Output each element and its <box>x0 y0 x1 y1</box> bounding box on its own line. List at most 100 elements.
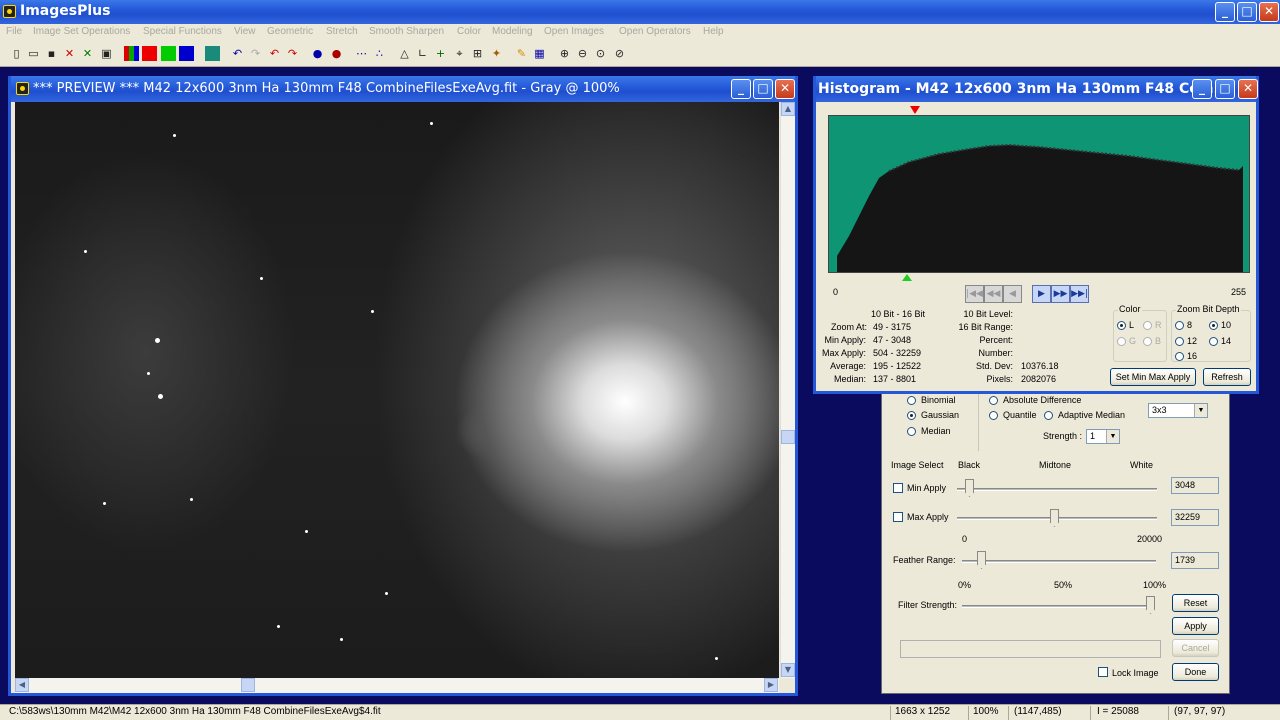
menu-color[interactable]: Color <box>457 26 481 37</box>
rgb-icon[interactable] <box>124 46 139 61</box>
feather-range-track[interactable] <box>962 560 1156 563</box>
zoom-in-icon[interactable]: ⊕ <box>557 46 572 61</box>
red-channel-icon[interactable] <box>142 46 157 61</box>
save-icon[interactable]: ▪ <box>44 46 59 61</box>
min-marker-icon[interactable] <box>902 274 912 281</box>
close-image-icon[interactable]: ✕ <box>62 46 77 61</box>
redo-icon[interactable]: ↷ <box>248 46 263 61</box>
preview-title-bar[interactable]: *** PREVIEW *** M42 12x600 3nm Ha 130mm … <box>11 76 795 102</box>
zoom-14-radio[interactable] <box>1209 337 1218 346</box>
binomial-radio[interactable] <box>907 396 916 405</box>
prev-icon[interactable]: ◀ <box>1003 285 1022 303</box>
maximize-app-icon[interactable]: □ <box>1237 2 1257 22</box>
scroll-down-icon[interactable]: ▼ <box>781 663 795 677</box>
color-b-radio[interactable] <box>1143 337 1152 346</box>
forward-icon[interactable]: ▶▶ <box>1051 285 1070 303</box>
first-icon[interactable]: |◀◀ <box>965 285 984 303</box>
zoom-12-radio[interactable] <box>1175 337 1184 346</box>
refresh-button[interactable]: Refresh <box>1203 368 1251 386</box>
menu-help[interactable]: Help <box>703 26 724 37</box>
menu-open-images[interactable]: Open Images <box>544 26 604 37</box>
stars-icon[interactable]: ✦ <box>489 46 504 61</box>
feather-range-slider[interactable] <box>977 551 986 569</box>
zoom-out-icon[interactable]: ⊖ <box>575 46 590 61</box>
vertical-scroll-thumb[interactable] <box>781 430 795 444</box>
scroll-up-icon[interactable]: ▲ <box>781 102 795 116</box>
set-min-max-apply-button[interactable]: Set Min Max Apply <box>1110 368 1196 386</box>
min-apply-slider[interactable] <box>965 479 974 497</box>
nebula-image[interactable] <box>15 102 779 678</box>
close-preview-icon[interactable]: ✕ <box>775 79 795 99</box>
menu-view[interactable]: View <box>234 26 256 37</box>
tilde-icon[interactable]: ∴ <box>372 46 387 61</box>
redo-all-icon[interactable]: ↷ <box>285 46 300 61</box>
menu-geometric[interactable]: Geometric <box>267 26 313 37</box>
zoom-marker-icon[interactable] <box>910 106 920 114</box>
preview-window-icon[interactable] <box>16 82 29 95</box>
horizontal-scroll-thumb[interactable] <box>241 678 255 692</box>
zoom-16-radio[interactable] <box>1175 352 1184 361</box>
undo-all-icon[interactable]: ↶ <box>267 46 282 61</box>
new-icon[interactable]: ▯ <box>9 46 24 61</box>
lock-image-checkbox[interactable] <box>1098 667 1108 677</box>
crosshair-icon[interactable]: ⌖ <box>452 46 467 61</box>
maximize-preview-icon[interactable]: □ <box>753 79 773 99</box>
dots-icon[interactable]: ⋯ <box>354 46 369 61</box>
max-apply-field[interactable]: 32259 <box>1171 509 1219 526</box>
scroll-left-icon[interactable]: ◀ <box>15 678 29 692</box>
plus-icon[interactable]: + <box>433 46 448 61</box>
minimize-histogram-icon[interactable]: _ <box>1192 79 1212 99</box>
menu-file[interactable]: File <box>6 26 22 37</box>
axis-icon[interactable]: ∟ <box>415 46 430 61</box>
close-app-icon[interactable]: ✕ <box>1259 2 1279 22</box>
app-icon[interactable] <box>3 5 16 18</box>
matrix-icon[interactable]: ▦ <box>532 46 547 61</box>
preview-vertical-scrollbar[interactable]: ▲ ▼ <box>780 102 795 678</box>
grid-icon[interactable] <box>205 46 220 61</box>
close-all-icon[interactable]: ✕ <box>80 46 95 61</box>
menu-special-functions[interactable]: Special Functions <box>143 26 222 37</box>
last-icon[interactable]: ▶▶| <box>1070 285 1089 303</box>
reset-button[interactable]: Reset <box>1172 594 1219 612</box>
triangle-icon[interactable]: △ <box>397 46 412 61</box>
blob-icon[interactable]: ● <box>310 46 325 61</box>
histogram-title-bar[interactable]: Histogram - M42 12x600 3nm Ha 130mm F48 … <box>816 76 1258 102</box>
green-channel-icon[interactable] <box>161 46 176 61</box>
filter-strength-slider[interactable] <box>1146 596 1155 614</box>
min-apply-checkbox[interactable] <box>893 483 903 493</box>
minimize-app-icon[interactable]: _ <box>1215 2 1235 22</box>
menu-smooth-sharpen[interactable]: Smooth Sharpen <box>369 26 444 37</box>
dot-icon[interactable]: ● <box>329 46 344 61</box>
kernel-select[interactable]: 3x3 ▼ <box>1148 403 1208 418</box>
zoom-10-radio[interactable] <box>1209 321 1218 330</box>
absolute-difference-radio[interactable] <box>989 396 998 405</box>
open-icon[interactable]: ▭ <box>26 46 41 61</box>
blue-channel-icon[interactable] <box>179 46 194 61</box>
print-icon[interactable]: ▣ <box>99 46 114 61</box>
filter-strength-track[interactable] <box>962 605 1155 608</box>
zoom-100-icon[interactable]: ⊘ <box>612 46 627 61</box>
rewind-icon[interactable]: ◀◀ <box>984 285 1003 303</box>
close-histogram-icon[interactable]: ✕ <box>1238 79 1258 99</box>
cancel-button[interactable]: Cancel <box>1172 639 1219 657</box>
preview-horizontal-scrollbar[interactable]: ◀ ▶ <box>15 678 779 693</box>
strength-select[interactable]: 1 ▼ <box>1086 429 1120 444</box>
undo-icon[interactable]: ↶ <box>230 46 245 61</box>
box-icon[interactable]: ⊞ <box>470 46 485 61</box>
zoom-fit-icon[interactable]: ⊙ <box>593 46 608 61</box>
zoom-8-radio[interactable] <box>1175 321 1184 330</box>
menu-open-operators[interactable]: Open Operators <box>619 26 691 37</box>
maximize-histogram-icon[interactable]: □ <box>1215 79 1235 99</box>
quantile-radio[interactable] <box>989 411 998 420</box>
median-radio[interactable] <box>907 427 916 436</box>
color-g-radio[interactable] <box>1117 337 1126 346</box>
pencil-icon[interactable]: ✎ <box>514 46 529 61</box>
next-icon[interactable]: ▶ <box>1032 285 1051 303</box>
max-apply-checkbox[interactable] <box>893 512 903 522</box>
gaussian-radio[interactable] <box>907 411 916 420</box>
scroll-right-icon[interactable]: ▶ <box>764 678 778 692</box>
min-apply-track[interactable] <box>957 488 1157 491</box>
max-apply-slider[interactable] <box>1050 509 1059 527</box>
color-l-radio[interactable] <box>1117 321 1126 330</box>
color-r-radio[interactable] <box>1143 321 1152 330</box>
